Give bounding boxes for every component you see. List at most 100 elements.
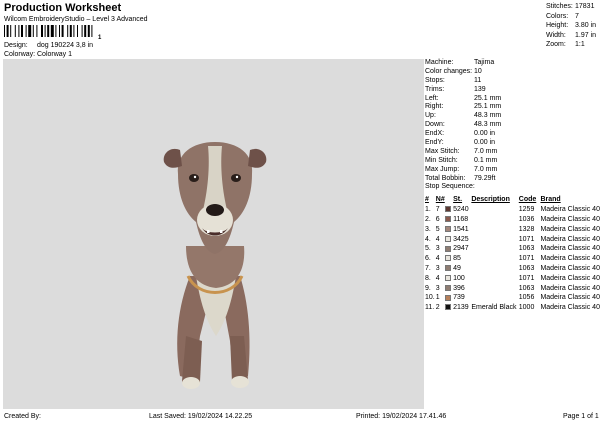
thread-brand: Madeira Classic 40 [540, 245, 600, 253]
info-label: Min Stitch: [425, 156, 458, 164]
row-number: 10. [425, 294, 435, 302]
info-row: EndX: 0.00 in [425, 130, 597, 139]
stat-label: Stitches: [546, 3, 573, 10]
table-header-row: # N# St. Description Code Brand [425, 195, 600, 205]
table-row: 10. 1 739 1056 Madeira Classic 40 [425, 293, 600, 303]
color-swatch [445, 274, 452, 281]
thread-brand: Madeira Classic 40 [540, 284, 600, 292]
stat-row: Stitches: 17831 [546, 3, 596, 13]
stitch-count: 85 [453, 255, 461, 263]
thread-code: 1259 [518, 206, 535, 214]
thread-code: 1328 [518, 225, 535, 233]
info-label: Stops: [425, 76, 445, 84]
info-row: Right: 25.1 mm [425, 103, 597, 112]
info-value: 10 [474, 67, 482, 75]
stitch-count: 1541 [453, 225, 469, 233]
info-label: Trims: [425, 85, 445, 93]
barcode-bar [77, 25, 78, 37]
thread-brand: Madeira Classic 40 [540, 264, 600, 272]
color-swatch [445, 225, 452, 232]
color-swatch-cell [445, 244, 453, 254]
barcode-bar [81, 25, 83, 37]
color-swatch-cell [445, 205, 453, 215]
info-value: 0.00 in [474, 139, 496, 147]
thread-brand: Madeira Classic 40 [540, 255, 600, 263]
color-swatch [445, 245, 452, 252]
barcode-bar [59, 25, 60, 37]
thread-code: 1063 [518, 284, 535, 292]
stitch-count: 739 [453, 294, 465, 302]
table-row: 3. 5 1541 1328 Madeira Classic 40 [425, 224, 600, 234]
info-value: Tajima [474, 59, 495, 66]
needle-number: 1 [435, 294, 440, 302]
info-label: Up: [425, 112, 436, 120]
info-label: Color changes: [425, 67, 473, 75]
last-saved: Last Saved: 19/02/2024 14.22.25 [149, 413, 253, 420]
color-swatch [445, 265, 452, 272]
stat-row: Colors: 7 [546, 13, 596, 23]
color-swatch [445, 304, 452, 311]
table-row: 6. 4 85 1071 Madeira Classic 40 [425, 254, 600, 264]
col-header-description: Description [471, 196, 510, 204]
needle-number: 6 [435, 215, 440, 223]
thread-code: 1036 [518, 215, 535, 223]
info-label: Left: [425, 94, 439, 102]
thread-description [471, 224, 518, 234]
color-swatch [445, 206, 452, 213]
thread-code: 1071 [518, 235, 535, 243]
stitch-count: 1168 [453, 215, 469, 223]
row-number: 4. [425, 235, 431, 243]
barcode-bar [61, 25, 64, 37]
thread-code: 1000 [518, 304, 535, 312]
info-row: Up: 48.3 mm [425, 112, 597, 121]
info-label: Total Bobbin: [425, 174, 466, 182]
barcode-bar [55, 25, 57, 37]
thread-description: Emerald Black [471, 304, 517, 312]
color-swatch [445, 294, 452, 301]
stat-label: Colors: [546, 12, 569, 20]
needle-number: 7 [435, 206, 440, 214]
thread-description [471, 264, 518, 274]
info-label: Machine: [425, 59, 454, 66]
color-swatch [445, 284, 452, 291]
stats-panel: Stitches: 17831 Colors: 7 Height: 3.80 in W… [546, 3, 596, 51]
thread-brand: Madeira Classic 40 [540, 235, 600, 243]
info-label: EndY: [425, 139, 444, 147]
stitch-count: 3425 [453, 235, 469, 243]
info-row: Trims: 139 [425, 86, 597, 95]
info-value: 0.00 in [474, 130, 496, 138]
stat-label: Height: [546, 22, 569, 30]
row-number: 9. [425, 284, 431, 292]
color-swatch-cell [445, 254, 453, 264]
color-swatch [445, 255, 452, 262]
info-label: Down: [425, 121, 445, 129]
thread-code: 1071 [518, 274, 535, 282]
barcode-bar [44, 25, 46, 37]
color-swatch-cell [445, 224, 453, 234]
stat-value: 7 [575, 12, 579, 20]
software-name: Wilcom EmbroideryStudio – Level 3 Advanc… [4, 16, 148, 23]
stitch-count: 49 [453, 264, 461, 272]
thread-description [471, 293, 518, 303]
col-header-brand: Brand [540, 196, 561, 204]
row-number: 8. [425, 274, 431, 282]
barcode-bar [84, 25, 87, 37]
thread-description [471, 244, 518, 254]
stat-value: 1.97 in [575, 31, 597, 39]
barcode-bar [10, 25, 12, 37]
stat-row: Height: 3.80 in [546, 22, 596, 32]
table-row: 7. 3 49 1063 Madeira Classic 40 [425, 264, 600, 274]
design-value: dog 190224 3,8 in [37, 42, 94, 49]
col-header-code: Code [518, 196, 537, 204]
row-number: 11. [425, 304, 435, 312]
table-row: 1. 7 5240 1259 Madeira Classic 40 [425, 205, 600, 215]
thread-description [471, 234, 518, 244]
barcode-bar [91, 25, 93, 37]
needle-number: 3 [435, 264, 440, 272]
barcode-number: 1 [98, 35, 102, 41]
info-row: Total Bobbin: 79.29ft [425, 175, 597, 184]
info-value: 7.0 mm [474, 165, 498, 173]
thread-brand: Madeira Classic 40 [540, 304, 600, 312]
row-number: 6. [425, 255, 431, 263]
info-value: 11 [474, 76, 482, 84]
